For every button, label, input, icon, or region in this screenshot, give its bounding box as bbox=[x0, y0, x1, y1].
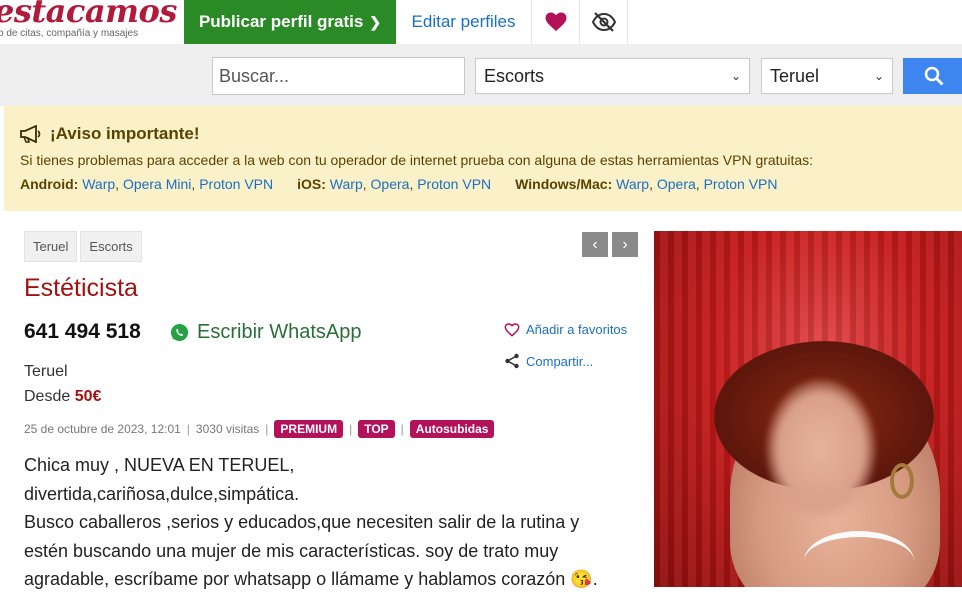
breadcrumb-item[interactable]: Escorts bbox=[80, 231, 142, 262]
vpn-link[interactable]: Warp bbox=[330, 176, 363, 192]
city-select-value: Teruel bbox=[770, 65, 820, 86]
breadcrumb: Teruel Escorts bbox=[24, 231, 142, 262]
vpn-group-android: Android: Warp, Opera Mini, Proton VPN bbox=[20, 176, 274, 192]
site-logo[interactable]: estacamos b de citas, compañía y masajes bbox=[0, 0, 184, 44]
ad-pager: ‹ › bbox=[582, 232, 638, 257]
heart-icon bbox=[545, 12, 566, 32]
vpn-link[interactable]: Opera bbox=[657, 176, 696, 192]
category-select[interactable]: Escorts ⌄ bbox=[475, 58, 750, 94]
description-line: divertida,cariñosa,dulce,simpática. bbox=[24, 483, 300, 504]
vpn-group-windows-mac: Windows/Mac: Warp, Opera, Proton VPN bbox=[515, 176, 778, 192]
phone-number[interactable]: 641 494 518 bbox=[24, 320, 141, 344]
search-icon bbox=[924, 66, 944, 86]
vpn-link[interactable]: Proton VPN bbox=[704, 176, 778, 192]
edit-profiles-link[interactable]: Editar perfiles bbox=[396, 0, 532, 44]
photo-earring bbox=[890, 463, 914, 499]
ad-title: Estéticista bbox=[24, 274, 138, 302]
publish-profile-label: Publicar perfil gratis bbox=[198, 12, 364, 31]
photo-clothing bbox=[804, 531, 914, 587]
chevron-left-icon: ‹ bbox=[592, 235, 598, 253]
ad-visits: 3030 visitas bbox=[195, 422, 260, 436]
blurred-face bbox=[766, 379, 876, 519]
vpn-group-label: Android: bbox=[20, 176, 79, 192]
logo-subtitle: b de citas, compañía y masajes bbox=[0, 28, 139, 39]
whatsapp-label: Escribir WhatsApp bbox=[197, 321, 362, 343]
separator: | bbox=[186, 422, 190, 436]
vpn-link[interactable]: Proton VPN bbox=[199, 176, 273, 192]
chevron-right-icon: › bbox=[622, 235, 628, 253]
vpn-group-label: Windows/Mac: bbox=[515, 176, 613, 192]
share-label: Compartir... bbox=[526, 353, 594, 369]
ad-date: 25 de octubre de 2023, 12:01 bbox=[24, 422, 181, 436]
category-select-value: Escorts bbox=[484, 65, 545, 86]
notice-title-text: ¡Aviso importante! bbox=[50, 124, 200, 143]
ad-city: Teruel bbox=[24, 363, 68, 380]
search-input[interactable] bbox=[212, 57, 465, 95]
whatsapp-icon bbox=[170, 323, 189, 342]
vpn-links: Android: Warp, Opera Mini, Proton VPN iO… bbox=[20, 176, 946, 192]
price-prefix: Desde bbox=[24, 388, 71, 405]
vpn-link[interactable]: Opera Mini bbox=[123, 176, 191, 192]
vpn-link[interactable]: Opera bbox=[371, 176, 410, 192]
vpn-link[interactable]: Warp bbox=[616, 176, 649, 192]
separator: | bbox=[265, 422, 269, 436]
badge-autosubidas: Autosubidas bbox=[409, 420, 495, 438]
share-icon bbox=[505, 353, 519, 369]
vpn-link[interactable]: Warp bbox=[82, 176, 115, 192]
previous-ad-button[interactable]: ‹ bbox=[582, 232, 608, 257]
ad-price: Desde 50€ bbox=[24, 388, 101, 406]
separator: | bbox=[400, 422, 404, 436]
chevron-down-icon: ⌄ bbox=[873, 69, 884, 83]
city-select[interactable]: Teruel ⌄ bbox=[761, 58, 893, 94]
search-bar: Escorts ⌄ Teruel ⌄ bbox=[0, 44, 962, 106]
publish-profile-button[interactable]: Publicar perfil gratis ❯ bbox=[184, 0, 396, 44]
vpn-group-ios: iOS: Warp, Opera, Proton VPN bbox=[297, 176, 492, 192]
heart-outline-icon bbox=[504, 322, 520, 337]
notice-text: Si tienes problemas para acceder a la we… bbox=[20, 152, 814, 168]
badge-premium: PREMIUM bbox=[274, 420, 344, 438]
ad-description: Chica muy , NUEVA EN TERUEL, divertida,c… bbox=[24, 451, 624, 594]
add-favorite-link[interactable]: Añadir a favoritos bbox=[504, 322, 627, 337]
search-button[interactable] bbox=[903, 58, 962, 94]
logo-text: estacamos bbox=[0, 0, 177, 30]
ad-photo[interactable] bbox=[654, 231, 962, 587]
description-line: Busco caballeros ,serios y educados,que … bbox=[24, 512, 580, 532]
add-favorite-label: Añadir a favoritos bbox=[526, 322, 628, 337]
vpn-link[interactable]: Proton VPN bbox=[417, 176, 491, 192]
price-value: 50€ bbox=[74, 388, 102, 405]
vpn-group-label: iOS: bbox=[297, 176, 326, 192]
description-line: estén buscando una mujer de mis caracter… bbox=[24, 540, 559, 561]
description-line: Chica muy , NUEVA EN TERUEL, bbox=[24, 455, 295, 475]
megaphone-icon bbox=[20, 125, 41, 143]
eye-off-icon bbox=[591, 12, 616, 32]
description-line: agradable, escríbame por whatsapp o llám… bbox=[24, 569, 598, 589]
separator: | bbox=[349, 422, 353, 436]
notice-title: ¡Aviso importante! bbox=[20, 124, 946, 144]
vpn-notice: ¡Aviso importante! Si tienes problemas p… bbox=[4, 106, 962, 211]
badge-top: TOP bbox=[358, 420, 395, 438]
breadcrumb-item[interactable]: Teruel bbox=[24, 231, 78, 262]
chevron-right-icon: ❯ bbox=[369, 13, 382, 30]
whatsapp-button[interactable]: Escribir WhatsApp bbox=[170, 321, 362, 344]
chevron-down-icon: ⌄ bbox=[730, 69, 741, 83]
favorites-button[interactable] bbox=[532, 0, 580, 44]
top-header: estacamos b de citas, compañía y masajes… bbox=[0, 0, 962, 44]
hide-button[interactable] bbox=[580, 0, 628, 44]
ad-meta: 25 de octubre de 2023, 12:01 | 3030 visi… bbox=[24, 420, 495, 438]
next-ad-button[interactable]: › bbox=[612, 232, 638, 257]
share-link[interactable]: Compartir... bbox=[504, 353, 593, 369]
